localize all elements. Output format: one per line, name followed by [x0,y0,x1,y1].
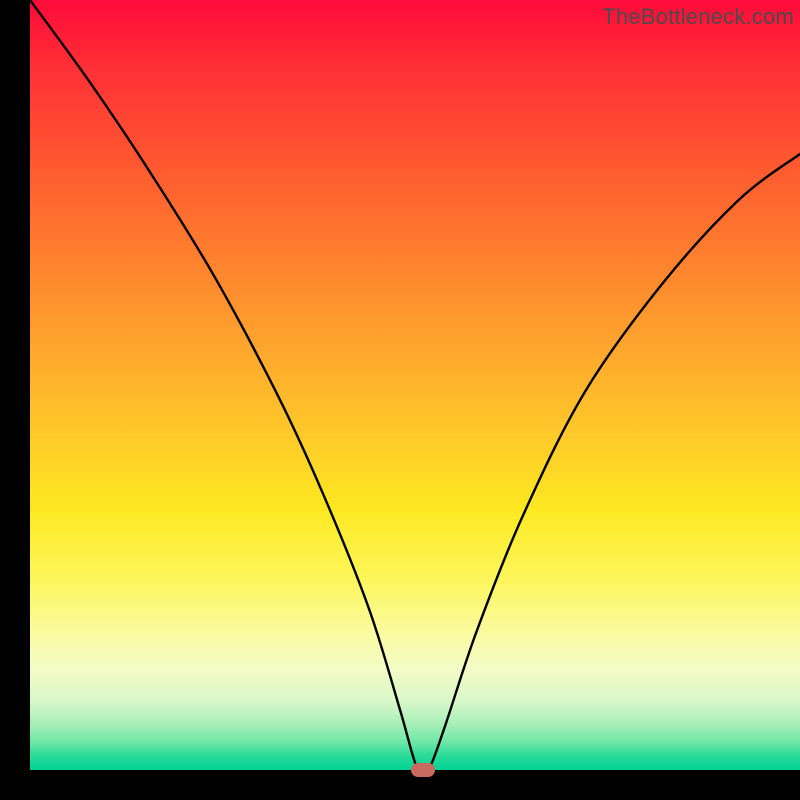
optimal-marker [411,763,435,777]
bottleneck-curve [30,0,800,770]
curve-path [30,0,800,770]
chart-frame: TheBottleneck.com [0,0,800,800]
plot-area: TheBottleneck.com [30,0,800,770]
